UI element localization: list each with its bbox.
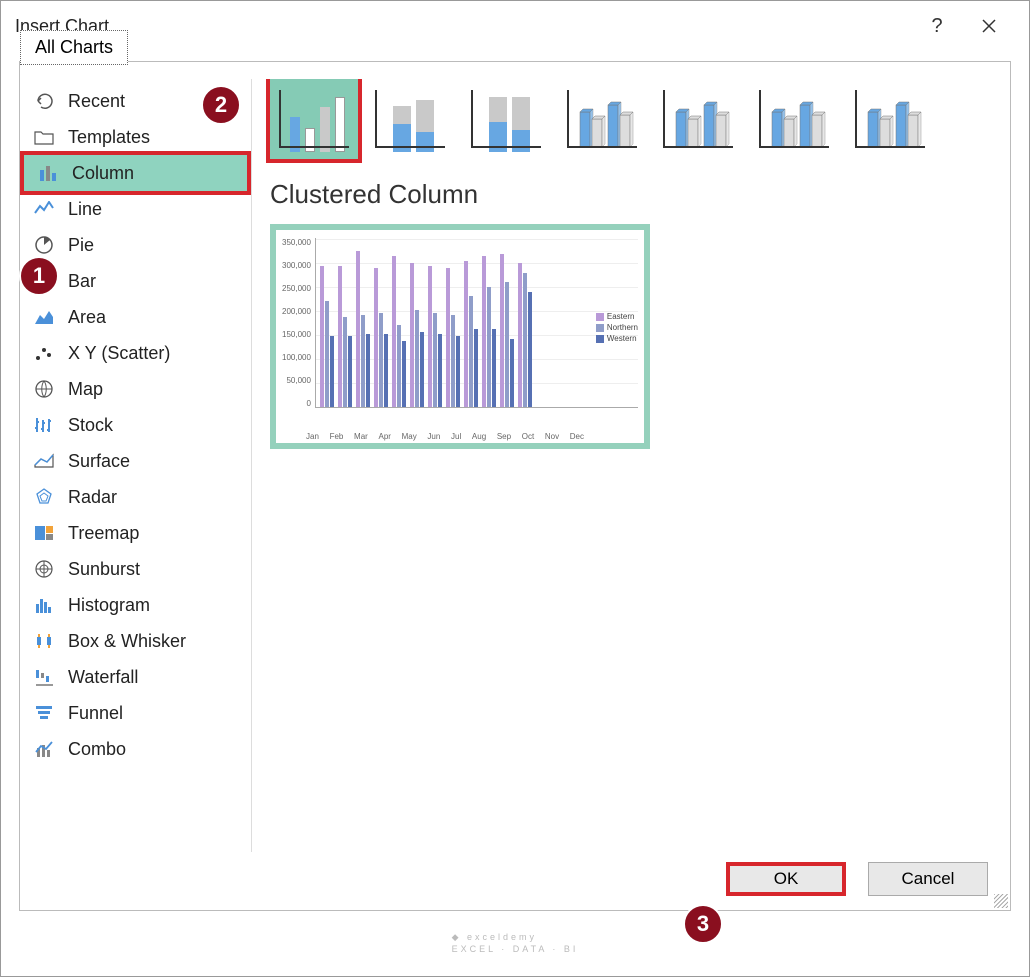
ok-button[interactable]: OK (726, 862, 846, 896)
dialog-body: All Charts RecentTemplatesColumnLinePieB… (19, 61, 1011, 911)
sidebar-item-radar[interactable]: Radar (20, 479, 251, 515)
sidebar-item-label: Pie (68, 235, 94, 256)
combo-icon (32, 738, 56, 760)
sidebar-item-histogram[interactable]: Histogram (20, 587, 251, 623)
waterfall-icon (32, 666, 56, 688)
tab-row: All Charts (20, 30, 1010, 65)
sidebar-item-stock[interactable]: Stock (20, 407, 251, 443)
sidebar-item-waterfall[interactable]: Waterfall (20, 659, 251, 695)
sunburst-icon (32, 558, 56, 580)
content-area: Recent Templates Column Line Pie Bar Area X Y (… (20, 65, 1010, 852)
subtype-3d-clustered-column[interactable] (558, 79, 646, 159)
sidebar-item-surface[interactable]: Surface (20, 443, 251, 479)
preview-legend: EasternNorthernWestern (596, 310, 638, 345)
sidebar-item-label: Waterfall (68, 667, 138, 688)
sidebar-item-label: Column (72, 163, 134, 184)
chart-category-sidebar: Recent Templates Column Line Pie Bar Area X Y (… (20, 79, 252, 852)
stock-icon (32, 414, 56, 436)
sidebar-item-label: Combo (68, 739, 126, 760)
tab-all-charts[interactable]: All Charts (20, 30, 128, 65)
sidebar-item-label: Histogram (68, 595, 150, 616)
chart-subtype-row (270, 79, 992, 159)
dialog-buttons: OK Cancel (20, 852, 1010, 910)
box-icon (32, 630, 56, 652)
cancel-button[interactable]: Cancel (868, 862, 988, 896)
sidebar-item-label: Sunburst (68, 559, 140, 580)
preview-x-axis: JanFebMarAprMayJunJulAugSepOctNovDec (306, 432, 584, 441)
subtype-title: Clustered Column (270, 179, 992, 210)
column-icon (36, 162, 60, 184)
sidebar-item-area[interactable]: Area (20, 299, 251, 335)
sidebar-item-label: Stock (68, 415, 113, 436)
surface-icon (32, 450, 56, 472)
funnel-icon (32, 702, 56, 724)
sidebar-item-column[interactable]: Column (20, 151, 251, 195)
subtype-3d-100-stacked-column[interactable] (750, 79, 838, 159)
sidebar-item-pie[interactable]: Pie (20, 227, 251, 263)
resize-grip-icon[interactable] (994, 894, 1008, 908)
map-icon (32, 378, 56, 400)
sidebar-item-label: Area (68, 307, 106, 328)
annotation-callout-1: 1 (19, 256, 59, 296)
sidebar-item-label: Line (68, 199, 102, 220)
treemap-icon (32, 522, 56, 544)
subtype-stacked-column[interactable] (366, 79, 454, 159)
sidebar-item-sunburst[interactable]: Sunburst (20, 551, 251, 587)
sidebar-item-label: Templates (68, 127, 150, 148)
sidebar-item-label: Bar (68, 271, 96, 292)
subtype-3d-column[interactable] (846, 79, 934, 159)
preview-y-axis: 350,000300,000250,000200,000150,000100,0… (282, 238, 315, 408)
sidebar-item-label: Surface (68, 451, 130, 472)
chart-preview[interactable]: 350,000300,000250,000200,000150,000100,0… (270, 224, 650, 449)
area-icon (32, 306, 56, 328)
sidebar-item-label: Funnel (68, 703, 123, 724)
sidebar-item-treemap[interactable]: Treemap (20, 515, 251, 551)
sidebar-item-label: Recent (68, 91, 125, 112)
sidebar-item-combo[interactable]: Combo (20, 731, 251, 767)
histogram-icon (32, 594, 56, 616)
scatter-icon (32, 342, 56, 364)
sidebar-item-map[interactable]: Map (20, 371, 251, 407)
sidebar-item-label: Radar (68, 487, 117, 508)
main-panel: Clustered Column 350,000300,000250,00020… (252, 79, 1010, 852)
line-icon (32, 198, 56, 220)
sidebar-item-label: Treemap (68, 523, 139, 544)
sidebar-item-scatter[interactable]: X Y (Scatter) (20, 335, 251, 371)
subtype-clustered-column[interactable] (270, 79, 358, 159)
subtype-3d-stacked-column[interactable] (654, 79, 742, 159)
sidebar-item-label: X Y (Scatter) (68, 343, 170, 364)
pie-icon (32, 234, 56, 256)
sidebar-item-funnel[interactable]: Funnel (20, 695, 251, 731)
sidebar-item-line[interactable]: Line (20, 191, 251, 227)
watermark: ◆ exceldemy EXCEL · DATA · BI (452, 927, 579, 954)
sidebar-item-label: Box & Whisker (68, 631, 186, 652)
watermark-logo-icon: ◆ (452, 932, 467, 942)
undo-icon (32, 90, 56, 112)
sidebar-item-label: Map (68, 379, 103, 400)
radar-icon (32, 486, 56, 508)
annotation-callout-2: 2 (201, 85, 241, 125)
folder-icon (32, 126, 56, 148)
subtype-100-stacked-column[interactable] (462, 79, 550, 159)
sidebar-item-box[interactable]: Box & Whisker (20, 623, 251, 659)
annotation-callout-3: 3 (683, 904, 723, 944)
preview-plot-area (315, 238, 638, 408)
